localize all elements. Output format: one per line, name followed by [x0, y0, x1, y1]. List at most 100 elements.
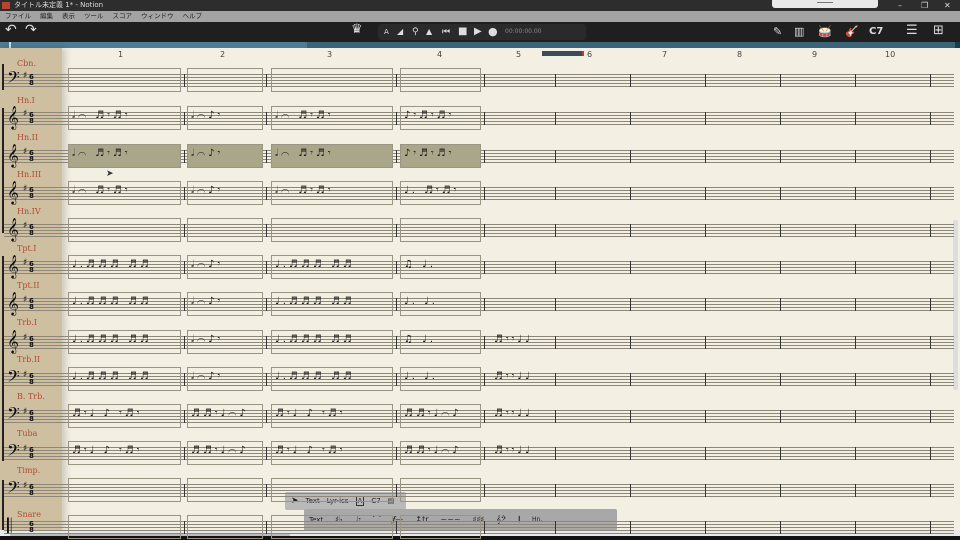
notes[interactable]: 𝅗𝅥⌒♪𝄾: [191, 259, 261, 270]
measure-box[interactable]: [187, 515, 263, 539]
notes[interactable]: 𝅗𝅥⌒♪𝄾: [191, 148, 261, 159]
fretboard-icon[interactable]: 🎸: [845, 25, 859, 39]
maximize-button[interactable]: ❐: [921, 0, 928, 11]
tuner-icon[interactable]: ▲: [426, 25, 432, 39]
menu-file[interactable]: ファイル: [5, 11, 31, 22]
notes[interactable]: ♬𝄾♩ ♪ 𝄾♬𝄾: [72, 445, 179, 456]
drum-pad-icon[interactable]: 🥁: [818, 25, 832, 39]
notes[interactable]: ♬♬𝄾♩⌒♪: [191, 445, 261, 456]
instrument-label[interactable]: Hn.IV: [17, 207, 41, 216]
notes[interactable]: ♬𝄾𝄾♩♩: [494, 371, 550, 382]
measure-box[interactable]: [271, 478, 393, 502]
notes[interactable]: 𝅗𝅥⌒ ♬𝄾♬𝄾: [275, 110, 391, 121]
notes[interactable]: ♩.♬♬♬ ♬♬: [72, 371, 179, 382]
redo-icon[interactable]: ↷: [25, 23, 37, 37]
measure-box[interactable]: [400, 218, 481, 242]
notes[interactable]: ♬𝄾♩ ♪ 𝄾♬𝄾: [275, 445, 391, 456]
notes[interactable]: ♩. ♩.: [404, 296, 479, 307]
measure-box[interactable]: [68, 68, 181, 92]
record-button[interactable]: ●: [488, 25, 498, 39]
text-tool-icon[interactable]: A: [384, 25, 389, 39]
dynamics-icon[interactable]: ◢: [397, 25, 403, 39]
instrument-label[interactable]: Hn.II: [17, 133, 38, 142]
barline: [705, 112, 706, 125]
measure-box[interactable]: [68, 478, 181, 502]
instrument-label[interactable]: Hn.III: [17, 170, 41, 179]
notes[interactable]: ♩.♬♬♬ ♬♬: [72, 296, 179, 307]
instrument-label[interactable]: Trb.II: [17, 355, 40, 364]
notes[interactable]: 𝅗𝅥⌒♪𝄾: [191, 185, 261, 196]
instrument-label[interactable]: Tpt.I: [17, 244, 36, 253]
measure-box[interactable]: [68, 218, 181, 242]
notes[interactable]: 𝅗𝅥⌒ ♬𝄾♬𝄾: [72, 185, 179, 196]
notes[interactable]: ♬♬𝄾♩⌒♪: [404, 408, 479, 419]
notes[interactable]: 𝅗𝅥⌒ ♬𝄾♬𝄾: [72, 148, 179, 159]
vertical-scrollbar[interactable]: [953, 220, 958, 390]
undo-icon[interactable]: ↶: [5, 23, 17, 37]
notes[interactable]: 𝅗𝅥⌒ ♬𝄾♬𝄾: [275, 148, 391, 159]
instrument-label[interactable]: Hn.I: [17, 96, 35, 105]
notes[interactable]: 𝅗𝅥⌒ ♬𝄾♬𝄾: [275, 185, 391, 196]
menu-edit[interactable]: 編集: [40, 11, 53, 22]
pen-tool-icon[interactable]: ✎: [773, 25, 782, 39]
conductor-icon[interactable]: ♛: [351, 23, 363, 37]
measure-box[interactable]: [400, 68, 481, 92]
measure-box[interactable]: [187, 68, 263, 92]
menu-window[interactable]: ウィンドウ: [141, 11, 174, 22]
measure-box[interactable]: [187, 218, 263, 242]
notes[interactable]: ♩. ♬𝄾♬𝄾: [404, 185, 479, 196]
rewind-button[interactable]: ⏮: [442, 25, 450, 39]
instrument-label[interactable]: Tuba: [17, 429, 37, 438]
measure-box[interactable]: [271, 218, 393, 242]
menu-help[interactable]: ヘルプ: [183, 11, 203, 22]
notes[interactable]: ♬♬𝄾♩⌒♪: [191, 408, 261, 419]
notes[interactable]: ♩.♬♬♬ ♬♬: [275, 371, 391, 382]
menu-tools[interactable]: ツール: [84, 11, 104, 22]
list-icon[interactable]: ☰: [906, 24, 918, 38]
notes[interactable]: ♪𝄾♬𝄾♬𝄾: [404, 110, 479, 121]
stop-button[interactable]: ■: [458, 25, 467, 39]
instrument-label[interactable]: Trb.I: [17, 318, 37, 327]
menu-score[interactable]: スコア: [113, 11, 133, 22]
time-signature: 68: [29, 336, 34, 349]
measure-box[interactable]: [400, 478, 481, 502]
notes[interactable]: ♬𝄾𝄾♩♩: [494, 445, 550, 456]
notes[interactable]: 𝅗𝅥⌒♪𝄾: [191, 110, 261, 121]
notes[interactable]: ♬𝄾♩ ♪ 𝄾♬𝄾: [275, 408, 391, 419]
menu-view[interactable]: 表示: [62, 11, 75, 22]
notes[interactable]: ♩.♬♬♬ ♬♬: [275, 259, 391, 270]
close-button[interactable]: ✕: [944, 0, 951, 11]
measure-box[interactable]: [187, 478, 263, 502]
instrument-label[interactable]: Tpt.II: [17, 281, 40, 290]
notes[interactable]: 𝅗𝅥⌒♪𝄾: [191, 371, 261, 382]
notes[interactable]: ♬♬𝄾♩⌒♪: [404, 445, 479, 456]
notes[interactable]: ♬𝄾𝄾♩♩: [494, 334, 550, 345]
notes[interactable]: ♩.♬♬♬ ♬♬: [275, 334, 391, 345]
chord-library-button[interactable]: C7: [869, 25, 883, 39]
measure-box[interactable]: [400, 515, 481, 539]
minimize-button[interactable]: –: [898, 0, 902, 11]
instrument-label[interactable]: Timp.: [17, 466, 40, 475]
measure-box[interactable]: [271, 68, 393, 92]
notes[interactable]: 𝅗𝅥⌒♪𝄾: [191, 334, 261, 345]
notes[interactable]: ♫ ♩.: [404, 334, 479, 345]
measure-box[interactable]: [271, 515, 393, 539]
metronome-icon[interactable]: ⚲: [412, 25, 419, 39]
notes[interactable]: ♪𝄾♬𝄾♬𝄾: [404, 148, 479, 159]
measure-box[interactable]: [68, 515, 181, 539]
notes[interactable]: 𝅗𝅥⌒ ♬𝄾♬𝄾: [72, 110, 179, 121]
instrument-label[interactable]: B. Trb.: [17, 392, 45, 401]
notes[interactable]: ♬𝄾𝄾♩♩: [494, 408, 550, 419]
notes[interactable]: ♫ ♩.: [404, 259, 479, 270]
notes[interactable]: ♩. ♩.: [404, 371, 479, 382]
mixer-icon[interactable]: ⊞: [933, 24, 944, 38]
notes[interactable]: ♬𝄾♩ ♪ 𝄾♬𝄾: [72, 408, 179, 419]
notes[interactable]: ♩.♬♬♬ ♬♬: [72, 259, 179, 270]
notes[interactable]: ♩.♬♬♬ ♬♬: [72, 334, 179, 345]
notes[interactable]: 𝅗𝅥⌒♪𝄾: [191, 296, 261, 307]
timeline-bar[interactable]: [0, 42, 960, 48]
instrument-label[interactable]: Snare: [17, 510, 41, 519]
keyboard-icon[interactable]: ▥: [794, 25, 804, 39]
notes[interactable]: ♩.♬♬♬ ♬♬: [275, 296, 391, 307]
play-button[interactable]: ▶: [474, 25, 482, 39]
